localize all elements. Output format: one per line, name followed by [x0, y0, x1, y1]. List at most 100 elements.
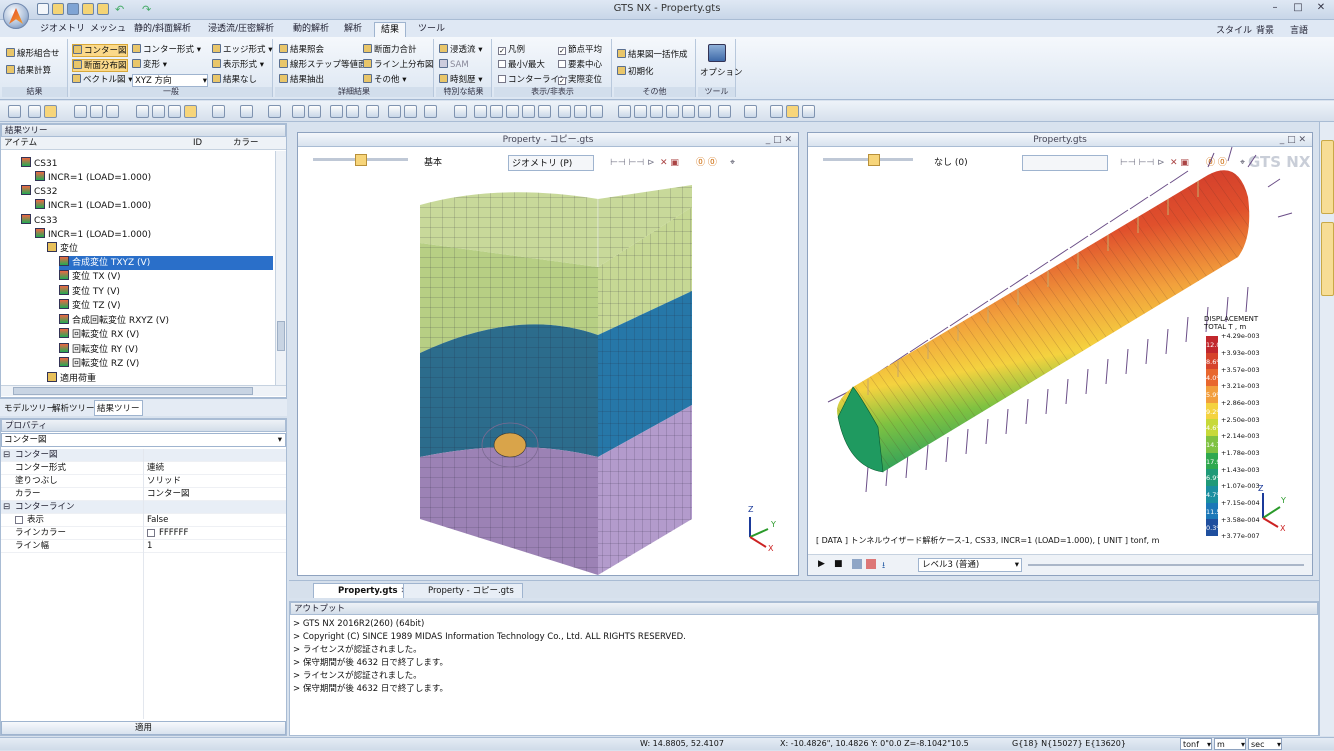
- tree-item[interactable]: INCR=1 (LOAD=1.000): [35, 228, 151, 242]
- tree-vertical-scrollbar[interactable]: [275, 151, 286, 385]
- tab-static-slope[interactable]: 静的/斜面解析: [128, 22, 197, 37]
- tree-item[interactable]: 合成回転変位 RXYZ (V): [59, 314, 169, 328]
- tree-item[interactable]: CS31: [21, 157, 57, 171]
- render-option-icon[interactable]: [802, 105, 815, 118]
- measure-icon[interactable]: [240, 105, 253, 118]
- tree-item[interactable]: 変位 TZ (V): [59, 299, 121, 313]
- vector-button[interactable]: ベクトル図 ▾: [72, 74, 132, 87]
- apply-button[interactable]: 適用: [1, 721, 286, 735]
- view-left-icon[interactable]: [650, 105, 663, 118]
- section-distribution-button[interactable]: 断面分布図: [72, 59, 128, 72]
- folder-icon[interactable]: [97, 3, 109, 15]
- doc-tab-property[interactable]: Property.gts ✕: [313, 583, 417, 598]
- axis-icon[interactable]: [574, 105, 587, 118]
- tree-item[interactable]: 変位 TY (V): [59, 285, 120, 299]
- capture-icon[interactable]: [404, 105, 417, 118]
- plane-icon[interactable]: [168, 105, 181, 118]
- section-force-sum-button[interactable]: 断面力合計: [363, 44, 417, 57]
- shading-icon[interactable]: [744, 105, 757, 118]
- minimize-button[interactable]: –: [1264, 2, 1286, 17]
- select-icon[interactable]: [8, 105, 21, 118]
- tree-item[interactable]: 適用荷重: [47, 372, 96, 386]
- rotate-icon[interactable]: [522, 105, 535, 118]
- min-max-checkbox[interactable]: 最小/最大: [498, 59, 545, 72]
- app-logo-icon[interactable]: [3, 3, 29, 29]
- viewport-right[interactable]: Property.gts _ □ ✕ なし (0) ⊢⊣ ⊢⊣ ⊳ ✕ ▣ ⓪ …: [807, 132, 1313, 576]
- edge-type-button[interactable]: エッジ形式 ▾: [212, 44, 272, 57]
- column-id[interactable]: ID: [193, 137, 202, 150]
- tree-item[interactable]: 回転変位 RY (V): [59, 343, 138, 357]
- line-distribution-button[interactable]: ライン上分布図: [363, 59, 434, 72]
- zoom-out-icon[interactable]: [506, 105, 519, 118]
- options-button[interactable]: オプション: [700, 67, 743, 80]
- view-front-icon[interactable]: [618, 105, 631, 118]
- tab-analysis[interactable]: 解析: [338, 22, 368, 37]
- tree-horizontal-scrollbar[interactable]: [1, 385, 286, 396]
- time-history-button[interactable]: 時刻歴 ▾: [439, 74, 482, 87]
- tree-item[interactable]: INCR=1 (LOAD=1.000): [35, 171, 151, 185]
- options-icon[interactable]: [708, 44, 726, 62]
- snap-icon[interactable]: [152, 105, 165, 118]
- zoom-window-icon[interactable]: [474, 105, 487, 118]
- animation-slider[interactable]: [1028, 564, 1304, 566]
- tab-analysis-tree[interactable]: 解析ツリー: [52, 402, 95, 414]
- time-unit-select[interactable]: sec ▾: [1248, 738, 1282, 750]
- grid-icon[interactable]: [136, 105, 149, 118]
- viewport-left[interactable]: Property - コピー.gts _ □ ✕ 基本 ジオメトリ (P) ⊢⊣…: [297, 132, 799, 576]
- axis-origin-icon[interactable]: [590, 105, 603, 118]
- column-item[interactable]: アイテム: [4, 137, 37, 150]
- background-menu[interactable]: 背景: [1256, 23, 1274, 36]
- tree-item-selected[interactable]: 合成変位 TXYZ (V): [59, 256, 273, 270]
- tab-result-tree[interactable]: 結果ツリー: [94, 400, 143, 416]
- zoom-fit-icon[interactable]: [454, 105, 467, 118]
- redo-icon[interactable]: ↷: [142, 3, 151, 16]
- language-menu[interactable]: 言語: [1290, 23, 1308, 36]
- iso-surface-button[interactable]: 線形ステップ等値面: [279, 59, 367, 72]
- view-back-icon[interactable]: [634, 105, 647, 118]
- render-icon[interactable]: [770, 105, 783, 118]
- grid-view-icon[interactable]: [558, 105, 571, 118]
- result-extract-button[interactable]: 結果抽出: [279, 74, 324, 87]
- contour-button[interactable]: コンター図: [72, 44, 128, 57]
- seepage-button[interactable]: 浸透流 ▾: [439, 44, 482, 57]
- tree-item[interactable]: CS33: [21, 214, 57, 228]
- tree-item[interactable]: 回転変位 RZ (V): [59, 357, 139, 371]
- initialize-button[interactable]: 初期化: [617, 66, 654, 79]
- linear-combination-button[interactable]: 線形組合せ: [6, 48, 60, 61]
- hide-icon[interactable]: [292, 105, 305, 118]
- save-icon[interactable]: [67, 3, 79, 15]
- deform-button[interactable]: 変形 ▾: [132, 59, 167, 72]
- calculate-results-button[interactable]: 結果計算: [6, 65, 51, 78]
- tree-item[interactable]: CS32: [21, 185, 57, 199]
- element-id-icon[interactable]: [346, 105, 359, 118]
- view-iso-icon[interactable]: [718, 105, 731, 118]
- play-icon[interactable]: ▶: [818, 559, 825, 569]
- stop-icon[interactable]: ■: [834, 559, 843, 569]
- pick-window-icon[interactable]: [106, 105, 119, 118]
- result-query-button[interactable]: 結果照会: [279, 44, 324, 57]
- align-icon[interactable]: [212, 105, 225, 118]
- download-icon[interactable]: ⭳: [882, 558, 885, 574]
- view-bottom-icon[interactable]: [698, 105, 711, 118]
- tab-results[interactable]: 結果: [374, 22, 407, 37]
- zoom-in-icon[interactable]: [490, 105, 503, 118]
- style-menu[interactable]: スタイル: [1216, 23, 1252, 36]
- pan-icon[interactable]: [538, 105, 551, 118]
- node-id-icon[interactable]: [330, 105, 343, 118]
- view-right-icon[interactable]: [666, 105, 679, 118]
- ruler-icon[interactable]: [424, 105, 437, 118]
- side-tab[interactable]: [1321, 222, 1334, 296]
- open-folder-icon[interactable]: [52, 3, 64, 15]
- tab-dynamic[interactable]: 動的解析: [287, 22, 335, 37]
- view-top-icon[interactable]: [682, 105, 695, 118]
- show-icon[interactable]: [308, 105, 321, 118]
- display-type-button[interactable]: 表示形式 ▾: [212, 59, 264, 72]
- render-mode-icon[interactable]: [786, 105, 799, 118]
- length-unit-select[interactable]: m ▾: [1214, 738, 1246, 750]
- other-button[interactable]: その他 ▾: [363, 74, 406, 87]
- tree-item[interactable]: 回転変位 RX (V): [59, 328, 139, 342]
- record-animation-icon[interactable]: [866, 559, 876, 569]
- tab-mesh[interactable]: メッシュ: [84, 22, 132, 37]
- tab-tools[interactable]: ツール: [412, 22, 451, 37]
- tree-item[interactable]: 変位 TX (V): [59, 270, 121, 284]
